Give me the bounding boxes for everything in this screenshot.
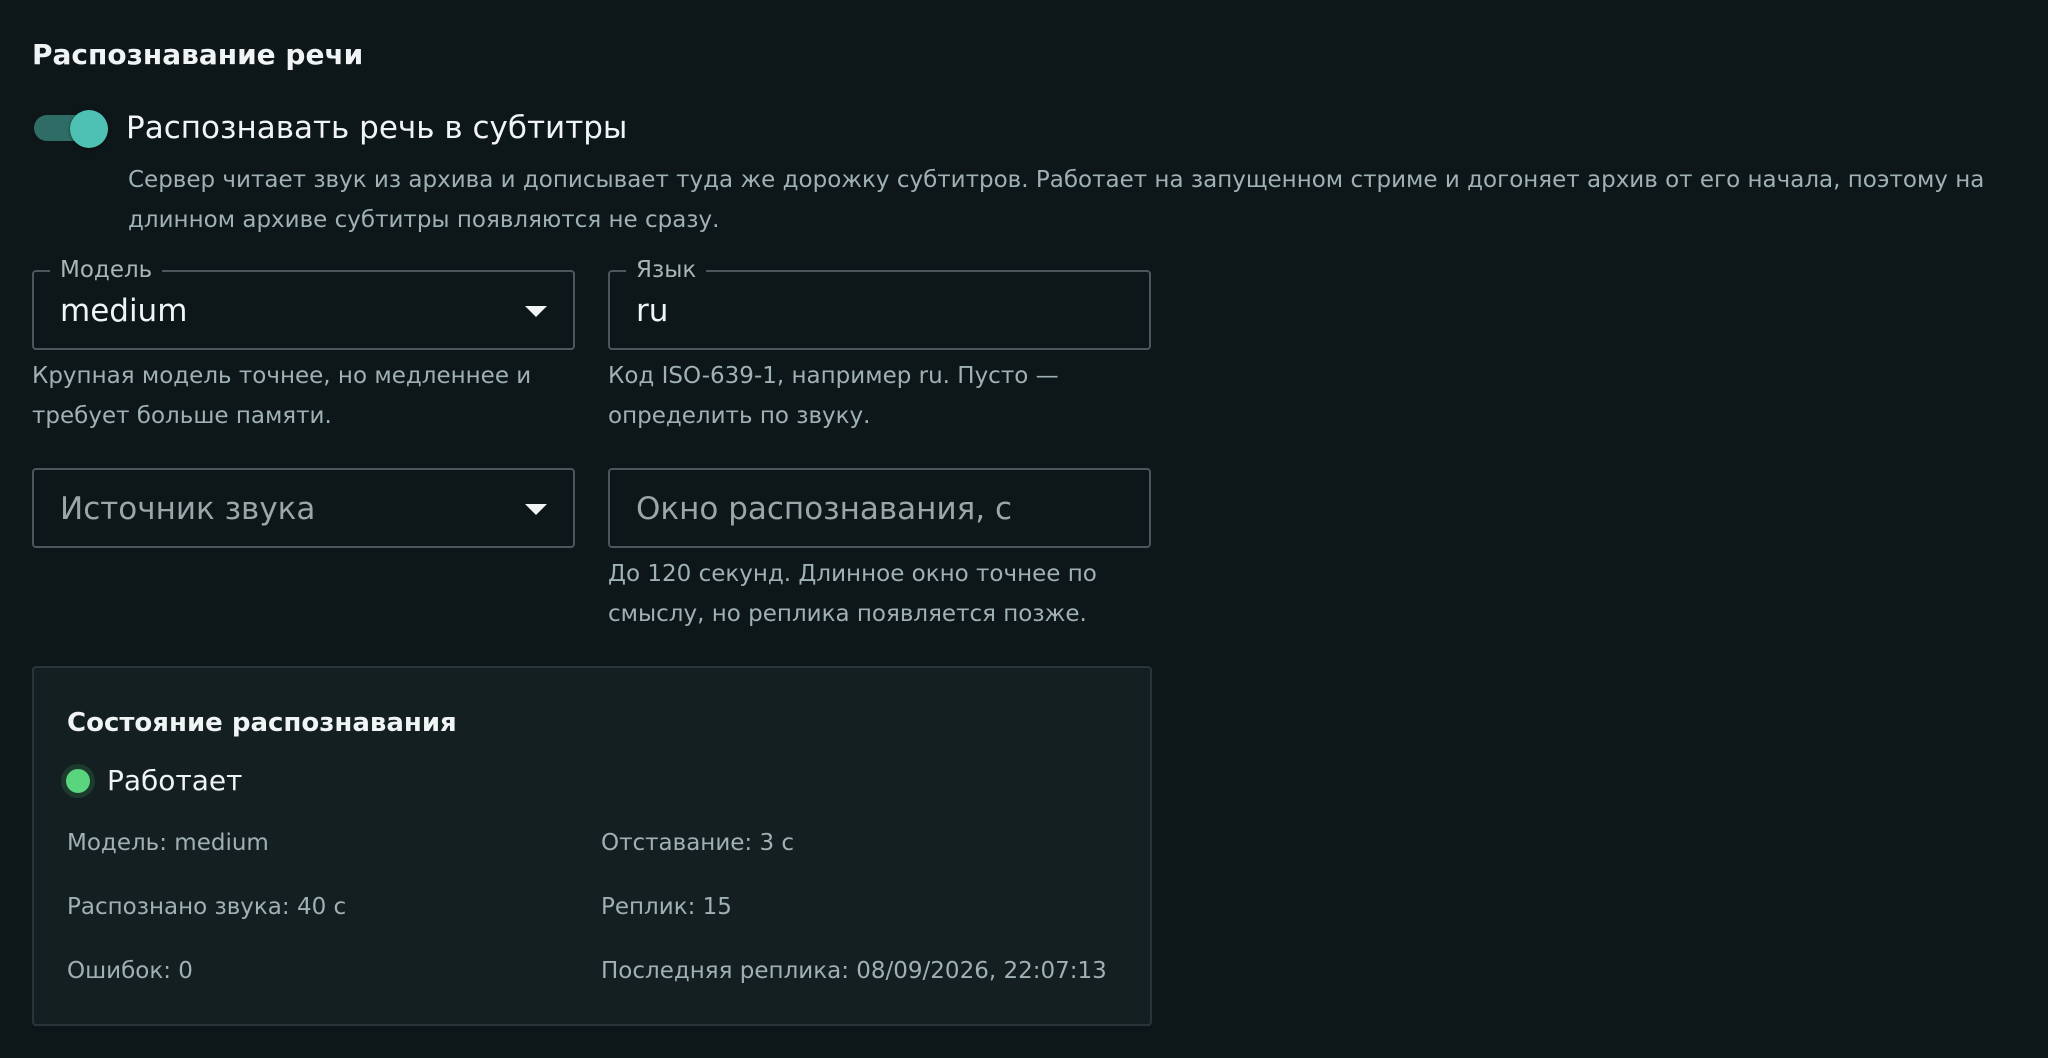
status-replicas: Реплик: 15 (601, 894, 732, 920)
model-select[interactable]: Модель medium (32, 255, 575, 350)
status-state: Работает (107, 764, 243, 797)
model-select-legend: Модель (50, 255, 163, 285)
status-model: Модель: medium (67, 830, 269, 856)
audio-source-placeholder: Источник звука (60, 491, 316, 527)
status-indicator-icon (66, 769, 90, 793)
recognition-window-placeholder: Окно распознавания, с (636, 491, 1012, 527)
status-recognized: Распознано звука: 40 с (67, 894, 347, 920)
speech-recognition-settings: Распознавание речи Распознавать речь в с… (0, 0, 2048, 1058)
subtitles-toggle-label[interactable]: Распознавать речь в субтитры (126, 110, 627, 146)
section-title: Распознавание речи (32, 38, 364, 71)
subtitles-toggle[interactable] (34, 110, 108, 148)
subtitles-toggle-help: Сервер читает звук из архива и дописывае… (128, 167, 1985, 233)
language-input-value: ru (636, 293, 669, 329)
language-input-legend: Язык (626, 255, 707, 285)
toggle-thumb (70, 110, 108, 148)
status-errors: Ошибок: 0 (67, 958, 193, 984)
status-last-replica: Последняя реплика: 08/09/2026, 22:07:13 (601, 958, 1107, 984)
status-lag: Отставание: 3 с (601, 830, 795, 856)
language-input[interactable]: Язык ru (608, 255, 1151, 350)
recognition-window-input[interactable]: Окно распознавания, с (608, 468, 1151, 548)
language-input-helper: Код ISO-639-1, например ru. Пусто — опре… (608, 363, 1059, 429)
recognition-window-helper: До 120 секунд. Длинное окно точнее по см… (608, 561, 1097, 627)
status-card-title: Состояние распознавания (67, 708, 457, 738)
dropdown-arrow-icon (525, 306, 547, 317)
audio-source-select[interactable]: Источник звука (32, 468, 575, 548)
model-select-value: medium (60, 293, 188, 329)
recognition-status-card: Состояние распознавания Работает Модель:… (32, 666, 1152, 1026)
model-select-helper: Крупная модель точнее, но медленнее и тр… (32, 363, 532, 429)
dropdown-arrow-icon (525, 504, 547, 515)
